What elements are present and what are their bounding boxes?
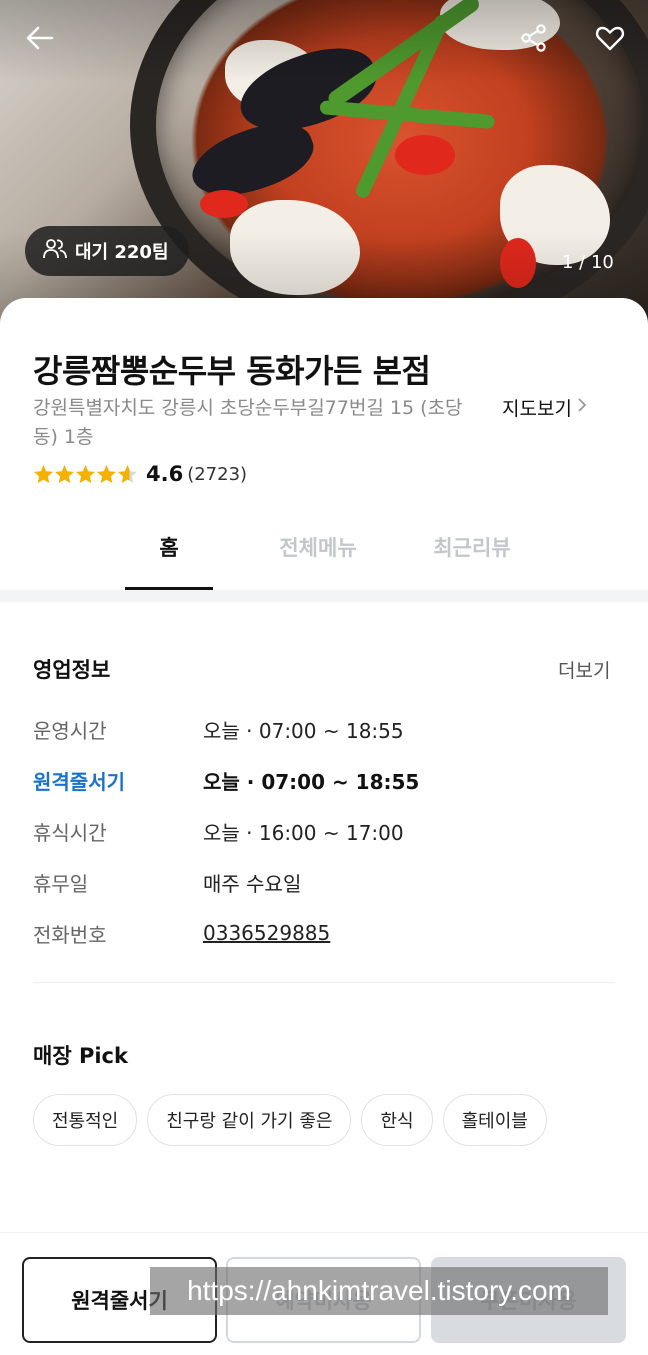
star-icon — [33, 464, 54, 484]
section-divider — [33, 982, 615, 983]
store-photo-carousel[interactable]: 대기 220팀 1 / 10 — [0, 0, 648, 330]
store-pick-title: 매장 Pick — [33, 1044, 128, 1068]
info-value: 오늘 · 07:00 ~ 18:55 — [203, 769, 420, 794]
watermark: https://ahnkimtravel.tistory.com — [150, 1267, 608, 1315]
info-row-closed-day: 휴무일 매주 수요일 — [33, 867, 301, 897]
store-address: 강원특별자치도 강릉시 초당순두부길77번길 15 (초당동) 1층 — [33, 397, 463, 448]
store-name: 강릉짬뽕순두부 동화가든 본점 — [33, 352, 431, 390]
info-value: 오늘 · 07:00 ~ 18:55 — [203, 718, 404, 743]
rating-row: 4.6 (2723) — [33, 462, 247, 486]
pick-chip[interactable]: 전통적인 — [33, 1094, 138, 1146]
business-info-title: 영업정보 — [33, 658, 111, 682]
review-count: (2723) — [187, 463, 248, 485]
content-tabs: 홈 전체메뉴 최근리뷰 — [0, 504, 648, 590]
rating-score: 4.6 — [146, 462, 184, 486]
phone-number-link[interactable]: 0336529885 — [203, 921, 330, 945]
info-value: 오늘 · 16:00 ~ 17:00 — [203, 820, 404, 845]
view-map-label: 지도보기 — [502, 398, 572, 420]
info-row-remote-queue: 원격줄서기 오늘 · 07:00 ~ 18:55 — [33, 765, 419, 795]
pick-chip[interactable]: 홀테이블 — [442, 1094, 547, 1146]
star-icon — [75, 464, 96, 484]
star-icon — [96, 464, 117, 484]
store-pick-chips: 전통적인 친구랑 같이 가기 좋은 한식 홀테이블 — [33, 1094, 623, 1146]
wait-count-label: 대기 220팀 — [75, 242, 169, 263]
info-key: 휴무일 — [33, 871, 89, 896]
star-icon — [54, 464, 75, 484]
wait-count-badge: 대기 220팀 — [25, 226, 189, 276]
heart-icon[interactable] — [590, 18, 630, 58]
pick-chip[interactable]: 친구랑 같이 가기 좋은 — [147, 1094, 352, 1146]
more-button[interactable]: 더보기 — [558, 656, 610, 683]
tab-home[interactable]: 홈 — [125, 504, 213, 590]
view-map-link[interactable]: 지도보기 — [502, 394, 588, 421]
store-detail-page: 대기 220팀 1 / 10 강릉짬뽕순두부 동화가든 본점 강원특별자치도 강… — [0, 0, 648, 1355]
tab-full-menu[interactable]: 전체메뉴 — [273, 504, 363, 590]
photo-counter: 1 / 10 — [562, 252, 614, 273]
star-rating — [33, 464, 138, 484]
people-icon — [43, 238, 67, 265]
back-arrow-icon[interactable] — [20, 18, 60, 58]
share-icon[interactable] — [514, 18, 554, 58]
tab-recent-reviews[interactable]: 최근리뷰 — [427, 504, 517, 590]
star-half-icon — [117, 464, 138, 484]
info-key: 운영시간 — [33, 718, 107, 743]
store-info-sheet: 강릉짬뽕순두부 동화가든 본점 강원특별자치도 강릉시 초당순두부길77번길 1… — [0, 298, 648, 1355]
chevron-right-icon — [576, 396, 588, 419]
info-row-phone: 전화번호 0336529885 — [33, 918, 330, 948]
info-key: 전화번호 — [33, 922, 107, 947]
info-row-break-time: 휴식시간 오늘 · 16:00 ~ 17:00 — [33, 816, 404, 846]
section-divider — [0, 590, 648, 602]
pick-chip[interactable]: 한식 — [361, 1094, 433, 1146]
info-key: 휴식시간 — [33, 820, 107, 845]
info-value: 매주 수요일 — [203, 871, 302, 896]
info-key: 원격줄서기 — [33, 769, 125, 794]
info-row-hours: 운영시간 오늘 · 07:00 ~ 18:55 — [33, 714, 404, 744]
